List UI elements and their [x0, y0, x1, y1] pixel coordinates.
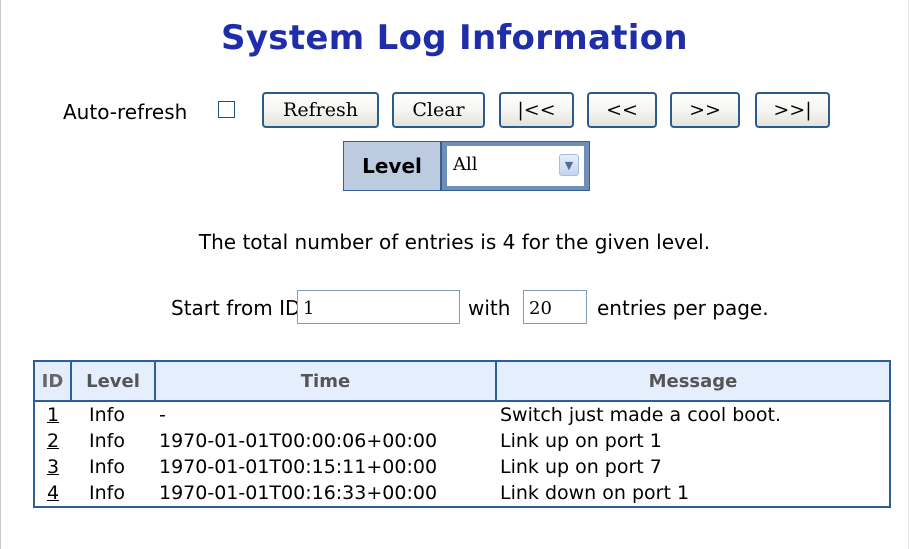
table-row: 1 Info - Switch just made a cool boot. [33, 401, 891, 428]
entries-per-page-label: entries per page. [597, 296, 769, 320]
previous-page-button[interactable]: << [587, 92, 657, 128]
column-header-time: Time [154, 360, 497, 402]
level-select[interactable]: All ▼ [446, 145, 585, 187]
clear-button[interactable]: Clear [392, 92, 485, 128]
toolbar: Auto-refresh Refresh Clear |<< << >> >>| [0, 92, 909, 132]
log-time-cell: - [155, 401, 496, 428]
refresh-button[interactable]: Refresh [262, 92, 379, 128]
entries-per-page-input[interactable]: 20 [523, 290, 587, 324]
table-header-row: ID Level Time Message [33, 360, 891, 402]
column-header-id: ID [33, 360, 72, 402]
log-message-cell: Link up on port 7 [496, 454, 891, 480]
log-message-cell: Link up on port 1 [496, 428, 891, 454]
column-header-level: Level [70, 360, 156, 402]
paging-row: Start from ID 1 with 20 entries per page… [0, 288, 909, 328]
log-entry-link[interactable]: 1 [47, 404, 59, 426]
table-row: 2 Info 1970-01-01T00:00:06+00:00 Link up… [33, 428, 891, 454]
last-page-button[interactable]: >>| [755, 92, 830, 128]
auto-refresh-checkbox[interactable] [218, 101, 235, 118]
first-page-button[interactable]: |<< [499, 92, 574, 128]
chevron-down-icon[interactable]: ▼ [559, 154, 579, 176]
start-from-label: Start from ID [171, 296, 301, 320]
with-label: with [468, 296, 511, 320]
table-row: 3 Info 1970-01-01T00:15:11+00:00 Link up… [33, 454, 891, 480]
log-message-cell: Link down on port 1 [496, 480, 891, 508]
level-filter: Level All ▼ [343, 141, 590, 191]
auto-refresh-label: Auto-refresh [63, 100, 188, 124]
log-level-cell: Info [71, 428, 155, 454]
log-level-cell: Info [71, 454, 155, 480]
log-time-cell: 1970-01-01T00:00:06+00:00 [155, 428, 496, 454]
log-message-cell: Switch just made a cool boot. [496, 401, 891, 428]
system-log-table: ID Level Time Message 1 Info - Switch ju… [33, 360, 891, 508]
level-label: Level [344, 142, 442, 190]
frame-left-edge [0, 0, 1, 549]
log-entry-link[interactable]: 4 [47, 482, 59, 504]
entries-summary: The total number of entries is 4 for the… [198, 230, 711, 254]
log-time-cell: 1970-01-01T00:15:11+00:00 [155, 454, 496, 480]
log-time-cell: 1970-01-01T00:16:33+00:00 [155, 480, 496, 508]
table-row: 4 Info 1970-01-01T00:16:33+00:00 Link do… [33, 480, 891, 508]
start-id-input[interactable]: 1 [297, 290, 460, 324]
log-level-cell: Info [71, 480, 155, 508]
log-entry-link[interactable]: 2 [47, 430, 59, 452]
next-page-button[interactable]: >> [670, 92, 740, 128]
level-select-value: All [453, 154, 478, 175]
log-level-cell: Info [71, 401, 155, 428]
column-header-message: Message [495, 360, 891, 402]
page-title: System Log Information [221, 18, 688, 58]
log-entry-link[interactable]: 3 [47, 456, 59, 478]
